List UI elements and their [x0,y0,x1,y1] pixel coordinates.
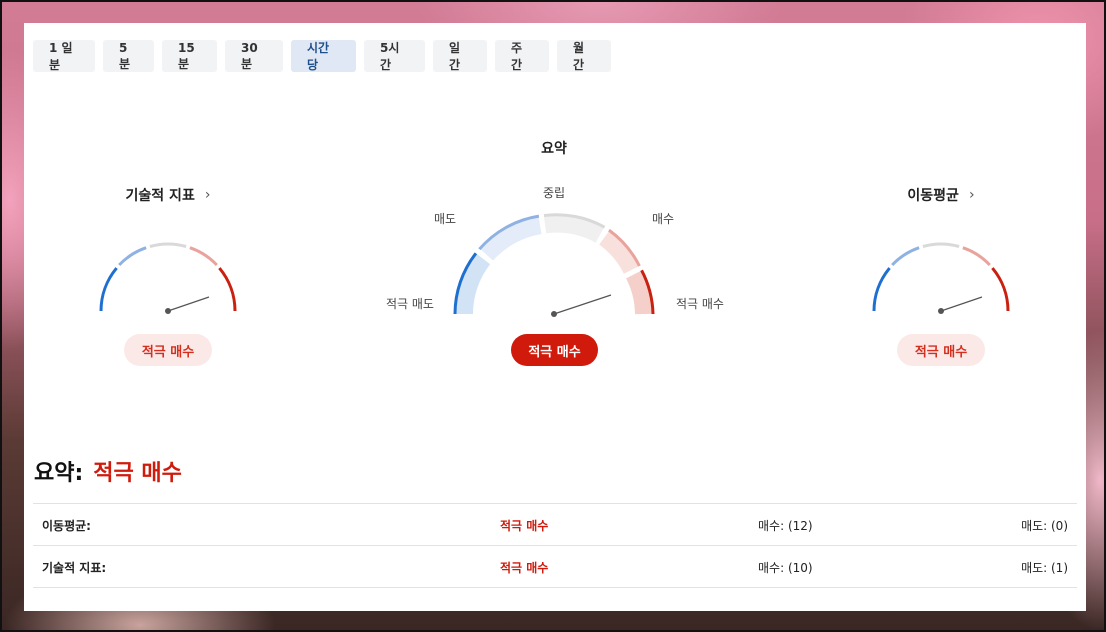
row-buy-count: 매수: (12) [758,518,813,533]
summary-label: 요약: [34,461,84,486]
summary-result-badge: 적극 매수 [511,334,598,366]
technical-indicators-link[interactable]: 기술적 지표 › [100,185,236,205]
gauge-needle [167,296,210,312]
summary-gauge: 요약 [504,138,604,158]
table-row: 이동평균: 적극 매수 매수: (12) 매도: (0) [33,504,1077,546]
technical-indicators-gauge: 기술적 지표 › [100,185,236,205]
summary-table: 이동평균: 적극 매수 매수: (12) 매도: (0) 기술적 지표: 적극 … [33,503,1077,588]
moving-averages-dial [872,242,1010,314]
summary-value: 적극 매수 [93,461,182,486]
tab-1min[interactable]: 1 일분 [33,40,95,72]
gauge-needle [553,294,612,315]
chevron-right-icon: › [968,187,975,203]
row-sell-count: 매도: (0) [1021,518,1068,533]
row-name: 이동평균: [42,518,91,533]
technical-summary-panel: 1 일분 5분 15분 30분 시간당 5시간 일간 주간 월간 기술적 지표 … [24,23,1086,611]
row-name: 기술적 지표: [42,560,107,575]
moving-averages-result-badge: 적극 매수 [897,334,985,366]
chevron-right-icon: › [204,187,211,203]
technical-indicators-dial [99,242,237,314]
tab-5hour[interactable]: 5시간 [364,40,425,72]
summary-dial [453,213,655,317]
gauge-title: 이동평균 [907,188,959,204]
summary-heading: 요약: 적극 매수 [34,455,182,487]
tab-monthly[interactable]: 월간 [557,40,611,72]
gauge-needle [940,296,983,312]
row-buy-count: 매수: (10) [758,560,813,575]
summary-gauge-title: 요약 [541,141,567,157]
needle-pivot [165,308,171,314]
needle-pivot [551,311,557,317]
needle-pivot [938,308,944,314]
gauge-label-neutral: 중립 [543,186,566,200]
timeframe-tabs: 1 일분 5분 15분 30분 시간당 5시간 일간 주간 월간 [33,40,611,72]
tab-weekly[interactable]: 주간 [495,40,549,72]
row-sell-count: 매도: (1) [1021,560,1068,575]
row-signal: 적극 매수 [500,518,549,533]
gauge-label-strong-buy: 적극 매수 [676,297,724,311]
tab-30min[interactable]: 30분 [225,40,283,72]
moving-averages-gauge: 이동평균 › [890,185,992,205]
moving-averages-link[interactable]: 이동평균 › [890,185,992,205]
gauge-label-strong-sell: 적극 매도 [386,297,434,311]
table-row: 기술적 지표: 적극 매수 매수: (10) 매도: (1) [33,546,1077,588]
gauge-title: 기술적 지표 [125,188,195,204]
row-signal: 적극 매수 [500,560,549,575]
tab-5min[interactable]: 5분 [103,40,154,72]
tab-hourly[interactable]: 시간당 [291,40,356,72]
tab-15min[interactable]: 15분 [162,40,217,72]
technical-indicators-result-badge: 적극 매수 [124,334,212,366]
tab-daily[interactable]: 일간 [433,40,487,72]
